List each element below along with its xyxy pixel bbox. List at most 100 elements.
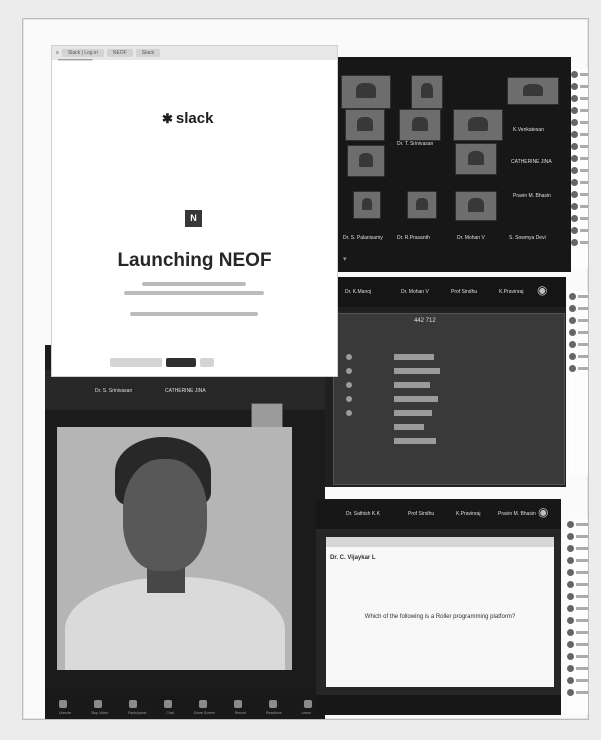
video-tile[interactable] xyxy=(341,75,391,109)
toolbar-caption: Share Screen xyxy=(193,711,215,715)
reactions-icon[interactable] xyxy=(268,700,277,708)
slack-launch-window: ≡ Slack | Log in NEOF Slack ▔▔▔▔▔▔▔▔▔ ✱ s… xyxy=(51,45,338,377)
avatar-icon xyxy=(571,131,578,138)
avatar-icon xyxy=(567,569,574,576)
shared-screen: 442 712 xyxy=(333,313,565,485)
avatar-icon xyxy=(569,365,576,372)
meeting-toolbar xyxy=(316,695,561,715)
avatar-icon xyxy=(567,557,574,564)
participant-name: Dr. S. Srinivasan xyxy=(95,388,133,394)
tab-participant[interactable]: Dr. Mohan V xyxy=(401,289,429,295)
avatar-icon xyxy=(567,629,574,636)
tab-participant[interactable]: Prof Sindhu xyxy=(408,511,434,517)
participant-name: Pravin M. Bhasin xyxy=(513,193,551,199)
meeting-top-bar: Dr. Sathish K.K Prof Sindhu K.Pravinraj … xyxy=(316,499,561,529)
avatar-icon xyxy=(571,167,578,174)
video-tile[interactable] xyxy=(507,77,559,105)
video-tile[interactable] xyxy=(399,109,441,141)
avatar-icon xyxy=(567,545,574,552)
redirect-text xyxy=(142,282,246,286)
avatar-icon xyxy=(567,521,574,528)
next-page-icon[interactable]: ◉ xyxy=(538,505,548,519)
participant-name: Dr. R.Prasanth xyxy=(397,235,430,241)
avatar-icon xyxy=(567,617,574,624)
avatar-icon xyxy=(567,605,574,612)
video-tile[interactable] xyxy=(347,145,385,177)
toolbar-caption: Stop Video xyxy=(91,711,109,715)
avatar-icon xyxy=(571,119,578,126)
avatar-icon xyxy=(571,179,578,186)
tab-participant[interactable]: Dr. Sathish K.K xyxy=(346,511,380,517)
browser-tab-bar: ≡ Slack | Log in NEOF Slack xyxy=(52,46,337,60)
tab-participant[interactable]: Dr. K.Manoj xyxy=(345,289,371,295)
participants-sidebar-top xyxy=(571,69,588,269)
participant-name: S. Sowmya Devi xyxy=(509,235,546,241)
open-slack-button[interactable] xyxy=(166,358,196,367)
photo-frame: ≡ Slack | Log in NEOF Slack ▔▔▔▔▔▔▔▔▔ ✱ s… xyxy=(22,18,589,720)
participants-icon[interactable] xyxy=(128,700,137,708)
avatar-icon xyxy=(571,143,578,150)
open-in-browser-button[interactable] xyxy=(110,358,162,367)
avatar-icon xyxy=(567,677,574,684)
record-icon[interactable] xyxy=(233,700,242,708)
meeting-top-bar: Dr. K.Manoj Dr. Mohan V Prof Sindhu K.Pr… xyxy=(311,277,566,307)
toolbar-captions: Unmute Stop Video Participants Chat Shar… xyxy=(49,711,321,715)
tab-participant[interactable]: Pravin M. Bhasin xyxy=(498,511,536,517)
next-page-icon[interactable]: ◉ xyxy=(537,283,547,297)
avatar-icon xyxy=(567,653,574,660)
participant-name: K.Venkatesan xyxy=(513,127,544,133)
slack-logo: ✱ slack xyxy=(162,110,214,127)
participant-name: Dr. Mohan V xyxy=(457,235,485,241)
avatar-icon xyxy=(567,641,574,648)
participant-name: Dr. S. Palanisamy xyxy=(343,235,383,241)
tab-participant[interactable]: Prof Sindhu xyxy=(451,289,477,295)
toolbar-caption: Record xyxy=(234,711,247,715)
workspace-badge: N xyxy=(185,210,202,227)
window-title: 442 712 xyxy=(414,318,436,324)
browser-tab[interactable]: NEOF xyxy=(106,49,133,57)
avatar-icon xyxy=(571,215,578,222)
browser-link-text[interactable] xyxy=(130,312,258,316)
active-speaker-window: Dr. S. Srinivasan CATHERINE JINA xyxy=(45,345,325,719)
video-tile[interactable] xyxy=(453,109,503,141)
avatar-icon xyxy=(571,227,578,234)
tab-participant[interactable]: K.Pravinraj xyxy=(456,511,480,517)
browser-tab[interactable]: Slack | Log in xyxy=(61,49,104,57)
video-icon[interactable] xyxy=(93,700,102,708)
more-icon[interactable]: ▾ xyxy=(343,255,347,263)
chat-icon[interactable] xyxy=(163,700,172,708)
leave-icon[interactable] xyxy=(303,700,312,708)
toolbar-caption: Chat xyxy=(166,711,174,715)
toolbar-caption: Unmute xyxy=(58,711,72,715)
toolbar-caption: Reactions xyxy=(266,711,282,715)
share-screen-icon[interactable] xyxy=(198,700,207,708)
video-tile[interactable] xyxy=(353,191,381,219)
cancel-button[interactable] xyxy=(200,358,214,367)
bottom-right-meeting-window: Dr. Sathish K.K Prof Sindhu K.Pravinraj … xyxy=(316,499,561,715)
mic-icon[interactable] xyxy=(58,700,67,708)
avatar-icon xyxy=(571,191,578,198)
doc-heading: Dr. C. Vijaykar L xyxy=(330,555,376,561)
avatar-icon xyxy=(571,83,578,90)
avatar-icon xyxy=(567,593,574,600)
avatar-icon xyxy=(571,203,578,210)
browser-tab[interactable]: Slack xyxy=(135,49,160,57)
toolbar-caption: Participants xyxy=(128,711,147,715)
participants-sidebar-bottom xyxy=(567,519,588,714)
avatar-icon xyxy=(567,689,574,696)
participant-name: Dr. T. Srinivasan xyxy=(397,141,434,147)
avatar-icon xyxy=(571,155,578,162)
browser-menu-icon[interactable]: ≡ xyxy=(56,50,59,56)
avatar-icon xyxy=(569,317,576,324)
video-tile[interactable] xyxy=(455,143,497,175)
tab-participant[interactable]: K.Pravinraj xyxy=(499,289,523,295)
video-tile[interactable] xyxy=(407,191,437,219)
avatar-icon xyxy=(569,353,576,360)
video-tile[interactable] xyxy=(455,191,497,221)
address-bar[interactable]: ▔▔▔▔▔▔▔▔▔ xyxy=(52,60,337,69)
video-tile[interactable] xyxy=(411,75,443,109)
video-tile[interactable] xyxy=(345,109,385,141)
speaker-video xyxy=(57,427,292,670)
participant-name: CATHERINE JINA xyxy=(165,388,206,394)
toolbar-caption: Leave xyxy=(301,711,312,715)
